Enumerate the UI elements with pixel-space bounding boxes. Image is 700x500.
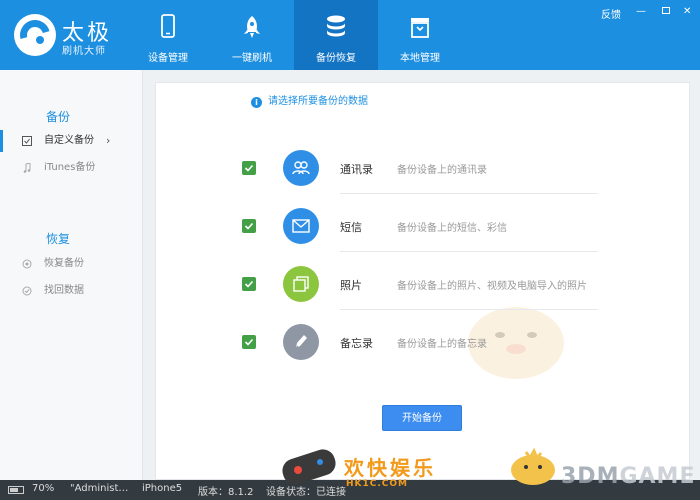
watermark-game: GAME — [619, 464, 696, 489]
row-divider — [340, 251, 598, 252]
watermark-3dm: 3DM — [561, 464, 620, 489]
box-icon — [411, 18, 429, 38]
chevron-right-icon: › — [106, 134, 111, 147]
gamepad-watermark-icon — [282, 449, 336, 485]
watermark-site-cn: 欢快娱乐 — [344, 456, 436, 480]
battery-level: 70% — [32, 483, 55, 494]
row-divider — [340, 309, 598, 310]
row-divider — [340, 193, 598, 194]
mail-icon — [283, 208, 319, 244]
sidebar-section-restore: 恢复 — [46, 232, 71, 246]
3dm-mascot-icon — [511, 447, 555, 485]
contacts-icon — [283, 150, 319, 186]
brand-subtitle: 刷机大师 — [62, 46, 106, 57]
phone-icon — [161, 14, 175, 38]
sidebar: 备份 自定义备份 › iTunes备份 恢复 恢复备份 找回数据 — [0, 70, 143, 480]
custom-backup-icon — [22, 136, 32, 146]
checkmark-icon — [244, 280, 254, 288]
firmware-version: 版本：8.1.2 — [198, 487, 254, 498]
close-button[interactable]: ✕ — [683, 6, 691, 17]
app-header: 太极 刷机大师 设备管理 一键刷机 备份恢复 本地管理 反馈 — ✕ — [0, 0, 700, 70]
checkmark-icon — [244, 338, 254, 346]
restore-icon — [22, 259, 32, 269]
tab-backup-restore[interactable]: 备份恢复 — [294, 0, 378, 70]
tab-label: 备份恢复 — [316, 53, 356, 64]
sidebar-item-label: 恢复备份 — [44, 258, 84, 269]
sidebar-item-label: 找回数据 — [44, 285, 84, 296]
sidebar-item-label: iTunes备份 — [44, 162, 96, 173]
backup-row-notes: 备忘录 备份设备上的备忘录 — [156, 315, 691, 373]
taiji-logo-icon — [14, 14, 56, 56]
watermark-site-url: HK1C.COM — [346, 479, 409, 489]
battery-icon — [8, 486, 24, 494]
photos-icon — [283, 266, 319, 302]
row-name: 通讯录 — [340, 163, 373, 176]
sidebar-item-restore-backup[interactable]: 恢复备份 — [0, 253, 143, 275]
device-model: iPhone5 — [142, 483, 183, 494]
sidebar-section-backup: 备份 — [46, 110, 71, 124]
notes-checkbox[interactable] — [242, 335, 256, 349]
tab-label: 一键刷机 — [232, 53, 272, 64]
row-description: 备份设备上的通讯录 — [397, 165, 487, 176]
row-name: 短信 — [340, 221, 362, 234]
tab-label: 设备管理 — [148, 53, 188, 64]
sidebar-item-recover-data[interactable]: 找回数据 — [0, 280, 143, 302]
row-name: 照片 — [340, 279, 362, 292]
backup-panel: i 请选择所要备份的数据 通讯录 备份设备上的通讯录 短信 备份设备上的短信、彩… — [155, 82, 690, 480]
checkmark-icon — [244, 222, 254, 230]
hint-text: 请选择所要备份的数据 — [268, 96, 368, 107]
minimize-button[interactable]: — — [636, 6, 646, 17]
backup-hint: i 请选择所要备份的数据 — [251, 95, 368, 109]
info-icon: i — [251, 97, 262, 108]
rocket-icon — [244, 16, 260, 38]
tab-device-management[interactable]: 设备管理 — [126, 0, 210, 70]
backup-row-photos: 照片 备份设备上的照片、视频及电脑导入的照片 — [156, 257, 691, 315]
sms-checkbox[interactable] — [242, 219, 256, 233]
start-backup-button[interactable]: 开始备份 — [382, 405, 462, 431]
maximize-icon — [662, 7, 670, 14]
music-note-icon — [23, 163, 31, 173]
tab-one-click-flash[interactable]: 一键刷机 — [210, 0, 294, 70]
pen-icon — [283, 324, 319, 360]
row-description: 备份设备上的短信、彩信 — [397, 223, 507, 234]
tab-local-management[interactable]: 本地管理 — [378, 0, 462, 70]
watermark-3dmgame: 3DMGAME — [561, 464, 695, 489]
recover-icon — [22, 286, 32, 296]
row-description: 备份设备上的照片、视频及电脑导入的照片 — [397, 281, 587, 292]
user-name: "Administ… — [70, 483, 129, 494]
contacts-checkbox[interactable] — [242, 161, 256, 175]
maximize-button[interactable] — [662, 6, 670, 17]
photos-checkbox[interactable] — [242, 277, 256, 291]
database-icon — [327, 15, 345, 37]
feedback-link[interactable]: 反馈 — [601, 6, 621, 21]
row-name: 备忘录 — [340, 337, 373, 350]
row-description: 备份设备上的备忘录 — [397, 339, 487, 350]
sidebar-item-itunes-backup[interactable]: iTunes备份 — [0, 157, 143, 179]
tab-label: 本地管理 — [400, 53, 440, 64]
sidebar-item-label: 自定义备份 — [44, 135, 94, 146]
checkmark-icon — [244, 164, 254, 172]
sidebar-item-custom-backup[interactable]: 自定义备份 › — [0, 130, 143, 152]
backup-row-contacts: 通讯录 备份设备上的通讯录 — [156, 141, 691, 199]
backup-row-sms: 短信 备份设备上的短信、彩信 — [156, 199, 691, 257]
